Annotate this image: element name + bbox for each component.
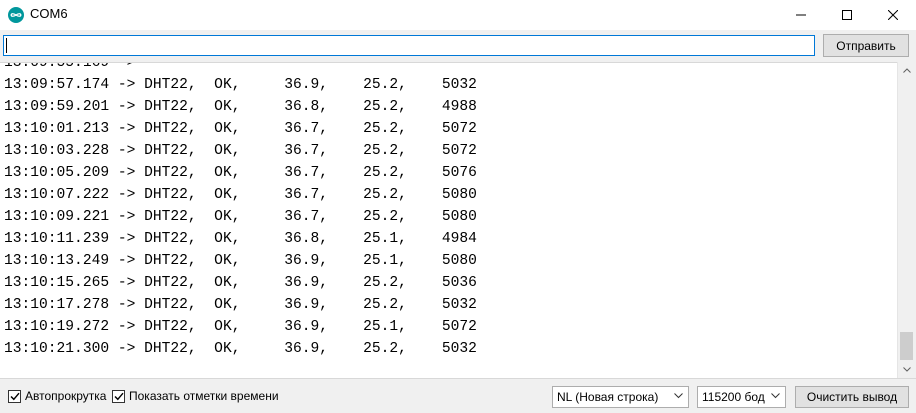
text-caret — [6, 38, 7, 53]
output-line: 13:10:03.228 -> DHT22, OK, 36.7, 25.2, 5… — [4, 143, 477, 159]
serial-output-text: 13:09:55.169 -> 13:09:57.174 -> DHT22, O… — [4, 62, 894, 360]
output-line: 13:10:17.278 -> DHT22, OK, 36.9, 25.2, 5… — [4, 297, 477, 313]
chevron-up-icon — [903, 68, 911, 73]
scroll-down-button[interactable] — [898, 361, 916, 378]
checkmark-icon — [10, 392, 20, 400]
minimize-button[interactable] — [778, 0, 824, 30]
send-input[interactable] — [3, 35, 815, 56]
maximize-button[interactable] — [824, 0, 870, 30]
arduino-infinity-icon — [8, 7, 24, 23]
close-icon — [888, 10, 898, 20]
send-button[interactable]: Отправить — [823, 34, 909, 57]
line-ending-select[interactable]: NL (Новая строка) — [552, 386, 689, 408]
output-line: 13:10:09.221 -> DHT22, OK, 36.7, 25.2, 5… — [4, 209, 477, 225]
baud-rate-select[interactable]: 115200 бод — [697, 386, 786, 408]
timestamps-label: Показать отметки времени — [129, 389, 279, 403]
chevron-down-icon — [674, 393, 683, 399]
output-line: 13:10:21.300 -> DHT22, OK, 36.9, 25.2, 5… — [4, 341, 477, 357]
timestamps-checkbox[interactable] — [112, 389, 125, 403]
output-line: 13:10:19.272 -> DHT22, OK, 36.9, 25.1, 5… — [4, 319, 477, 335]
vertical-scrollbar[interactable] — [897, 62, 916, 378]
scroll-thumb[interactable] — [900, 332, 913, 360]
baud-rate-value: 115200 бод — [702, 390, 765, 404]
send-row: Отправить — [0, 30, 916, 62]
output-line: 13:10:07.222 -> DHT22, OK, 36.7, 25.2, 5… — [4, 187, 477, 203]
output-line: 13:10:13.249 -> DHT22, OK, 36.9, 25.1, 5… — [4, 253, 477, 269]
window-title: COM6 — [30, 6, 68, 21]
autoscroll-checkbox[interactable] — [8, 389, 21, 403]
title-bar[interactable]: COM6 — [0, 0, 916, 30]
close-button[interactable] — [870, 0, 916, 30]
output-line: 13:10:05.209 -> DHT22, OK, 36.7, 25.2, 5… — [4, 165, 477, 181]
serial-monitor-window: COM6 Отправить 13:09:55.169 -> 13:09:57.… — [0, 0, 916, 413]
chevron-down-icon — [771, 393, 780, 399]
minimize-icon — [796, 14, 806, 16]
output-line: 13:09:59.201 -> DHT22, OK, 36.8, 25.2, 4… — [4, 99, 477, 115]
scroll-up-button[interactable] — [898, 62, 916, 79]
autoscroll-label: Автопрокрутка — [25, 389, 107, 403]
clear-output-button[interactable]: Очистить вывод — [795, 386, 909, 408]
autoscroll-toggle[interactable]: Автопрокрутка — [8, 389, 106, 403]
output-line: 13:09:57.174 -> DHT22, OK, 36.9, 25.2, 5… — [4, 77, 477, 93]
checkmark-icon — [114, 392, 124, 400]
output-line: 13:09:55.169 -> — [4, 62, 145, 71]
timestamps-toggle[interactable]: Показать отметки времени — [112, 389, 279, 403]
serial-output-area[interactable]: 13:09:55.169 -> 13:09:57.174 -> DHT22, O… — [0, 62, 916, 378]
output-line: 13:10:15.265 -> DHT22, OK, 36.9, 25.2, 5… — [4, 275, 477, 291]
maximize-icon — [842, 10, 852, 20]
bottom-toolbar: Автопрокрутка Показать отметки времени N… — [0, 378, 916, 413]
line-ending-value: NL (Новая строка) — [557, 390, 659, 404]
output-line: 13:10:11.239 -> DHT22, OK, 36.8, 25.1, 4… — [4, 231, 477, 247]
output-line: 13:10:01.213 -> DHT22, OK, 36.7, 25.2, 5… — [4, 121, 477, 137]
chevron-down-icon — [903, 367, 911, 372]
